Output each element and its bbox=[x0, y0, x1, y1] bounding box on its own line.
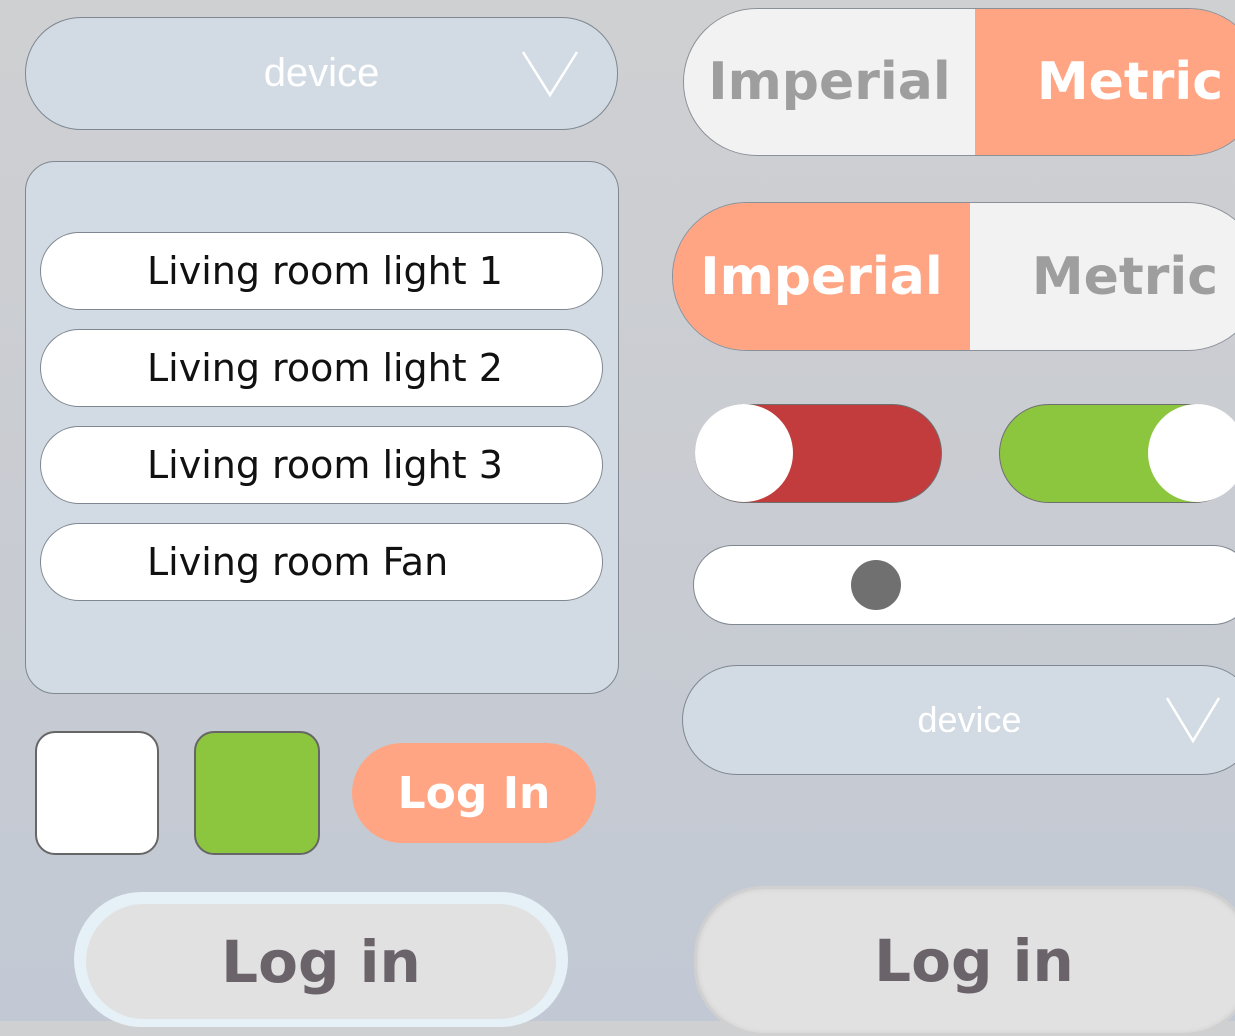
segment-metric[interactable]: Metric bbox=[969, 203, 1235, 350]
list-item[interactable]: Living room light 2 bbox=[40, 329, 603, 407]
toggle-knob bbox=[1148, 404, 1235, 502]
device-list-panel: Living room light 1 Living room light 2 … bbox=[25, 161, 619, 694]
list-item[interactable]: Living room light 1 bbox=[40, 232, 603, 310]
login-button-inner: Log in bbox=[86, 904, 556, 1019]
checkbox-unchecked[interactable] bbox=[35, 731, 159, 855]
list-item-label: Living room light 1 bbox=[147, 249, 503, 293]
login-button-label: Log in bbox=[874, 927, 1074, 995]
chevron-down-icon bbox=[521, 50, 579, 97]
list-item-label: Living room Fan bbox=[147, 540, 449, 584]
segment-label: Metric bbox=[1031, 246, 1219, 307]
unit-toggle-imperial-selected: Imperial Metric bbox=[672, 202, 1235, 351]
list-item[interactable]: Living room Fan bbox=[40, 523, 603, 601]
login-button-orange[interactable]: Log In bbox=[352, 743, 596, 843]
login-button-plain[interactable]: Log in bbox=[694, 886, 1235, 1036]
login-button-outlined[interactable]: Log in bbox=[74, 892, 568, 1027]
segment-imperial[interactable]: Imperial bbox=[684, 9, 975, 155]
list-item[interactable]: Living room light 3 bbox=[40, 426, 603, 504]
login-button-label: Log In bbox=[397, 767, 551, 819]
segment-label: Imperial bbox=[700, 246, 943, 307]
segment-metric[interactable]: Metric bbox=[974, 9, 1235, 155]
slider-track[interactable] bbox=[693, 545, 1235, 625]
chevron-down-icon bbox=[1165, 697, 1221, 744]
unit-toggle-metric-selected: Imperial Metric bbox=[683, 8, 1235, 156]
device-dropdown-bottom[interactable]: device bbox=[682, 665, 1235, 775]
segment-label: Imperial bbox=[708, 52, 951, 112]
segment-imperial[interactable]: Imperial bbox=[673, 203, 970, 350]
toggle-knob bbox=[695, 404, 793, 502]
slider-thumb[interactable] bbox=[851, 560, 901, 610]
toggle-switch-on[interactable] bbox=[999, 404, 1235, 503]
segment-label: Metric bbox=[1036, 52, 1224, 112]
list-item-label: Living room light 3 bbox=[147, 443, 503, 487]
device-dropdown-top[interactable]: device bbox=[25, 17, 618, 130]
device-dropdown-placeholder: device bbox=[917, 699, 1022, 740]
list-item-label: Living room light 2 bbox=[147, 346, 503, 390]
device-dropdown-placeholder: device bbox=[263, 51, 380, 95]
toggle-switch-off[interactable] bbox=[695, 404, 942, 503]
login-button-label: Log in bbox=[221, 927, 421, 996]
checkbox-checked[interactable] bbox=[194, 731, 320, 855]
